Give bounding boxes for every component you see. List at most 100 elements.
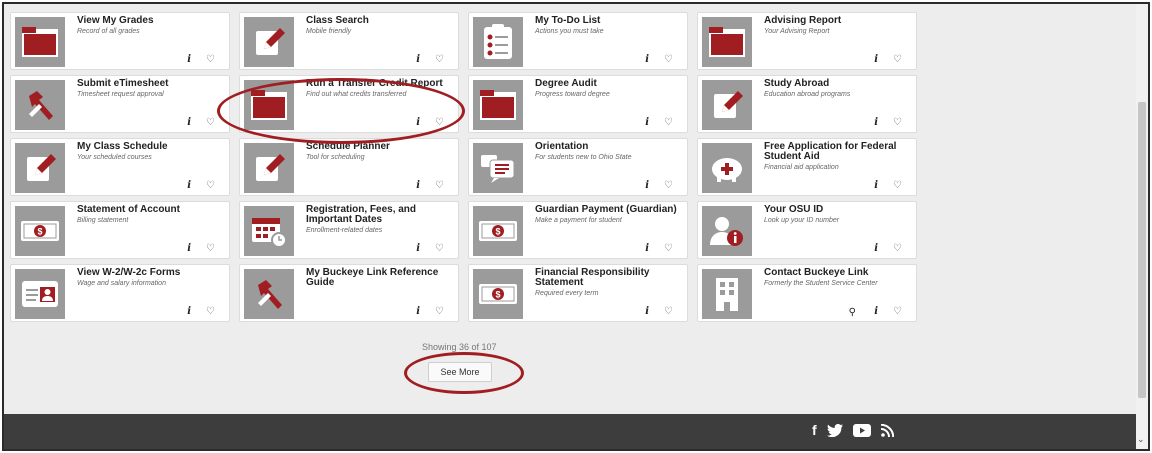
chat-icon — [473, 143, 523, 193]
info-icon[interactable]: i — [645, 54, 649, 65]
tile-text: Run a Transfer Credit Report Find out wha… — [306, 79, 452, 99]
favorite-heart-icon[interactable]: ♡ — [893, 54, 902, 65]
tile-advising-report[interactable]: Advising Report Your Advising Report i ♡ — [697, 12, 917, 70]
info-icon[interactable]: i — [874, 54, 878, 65]
favorite-heart-icon[interactable]: ♡ — [435, 243, 444, 254]
tile-title[interactable]: Your OSU ID — [764, 205, 910, 215]
favorite-heart-icon[interactable]: ♡ — [435, 117, 444, 128]
tile-subtitle: Financial aid application — [764, 164, 839, 171]
favorite-heart-icon[interactable]: ♡ — [664, 54, 673, 65]
location-pin-icon[interactable]: ⚲ — [849, 307, 856, 318]
info-icon[interactable]: i — [187, 306, 191, 317]
tile-registration-fees-and-important-dates[interactable]: Registration, Fees, and Important Dates E… — [239, 201, 459, 259]
favorite-heart-icon[interactable]: ♡ — [664, 243, 673, 254]
favorite-heart-icon[interactable]: ♡ — [893, 243, 902, 254]
tile-title[interactable]: View My Grades — [77, 16, 223, 26]
tile-schedule-planner[interactable]: Schedule Planner Tool for scheduling i ♡ — [239, 138, 459, 196]
tile-title[interactable]: My Class Schedule — [77, 142, 223, 152]
favorite-heart-icon[interactable]: ♡ — [435, 54, 444, 65]
favorite-heart-icon[interactable]: ♡ — [664, 180, 673, 191]
tile-title[interactable]: Advising Report — [764, 16, 910, 26]
tile-title[interactable]: Schedule Planner — [306, 142, 452, 152]
tile-free-application-for-federal-student-aid[interactable]: Free Application for Federal Student Aid… — [697, 138, 917, 196]
info-icon[interactable]: i — [645, 180, 649, 191]
user-info-icon — [702, 206, 752, 256]
tile-title[interactable]: Free Application for Federal Student Aid — [764, 142, 910, 162]
tile-title[interactable]: Orientation — [535, 142, 681, 152]
see-more-button[interactable]: See More — [428, 362, 492, 382]
tile-my-to-do-list[interactable]: My To-Do List Actions you must take i ♡ — [468, 12, 688, 70]
tile-title[interactable]: Statement of Account — [77, 205, 223, 215]
info-icon[interactable]: i — [645, 306, 649, 317]
info-icon[interactable]: i — [416, 54, 420, 65]
favorite-heart-icon[interactable]: ♡ — [206, 180, 215, 191]
tile-text: Guardian Payment (Guardian) Make a paymen… — [535, 205, 681, 225]
scroll-down-arrow-icon[interactable]: ⌄ — [1137, 434, 1145, 445]
tile-title[interactable]: View W-2/W-2c Forms — [77, 268, 223, 278]
scrollbar-thumb[interactable] — [1138, 102, 1146, 398]
info-icon[interactable]: i — [187, 117, 191, 128]
tile-view-my-grades[interactable]: View My Grades Record of all grades i ♡ — [10, 12, 230, 70]
tile-title[interactable]: Guardian Payment (Guardian) — [535, 205, 681, 215]
info-icon[interactable]: i — [187, 243, 191, 254]
info-icon[interactable]: i — [874, 180, 878, 191]
tile-contact-buckeye-link[interactable]: Contact Buckeye Link Formerly the Student… — [697, 264, 917, 322]
info-icon[interactable]: i — [416, 306, 420, 317]
tile-my-buckeye-link-reference-guide[interactable]: My Buckeye Link Reference Guide i ♡ — [239, 264, 459, 322]
svg-text:$: $ — [37, 227, 42, 237]
tile-view-w-2-w-2c-forms[interactable]: View W-2/W-2c Forms Wage and salary infor… — [10, 264, 230, 322]
info-icon[interactable]: i — [187, 54, 191, 65]
favorite-heart-icon[interactable]: ♡ — [435, 306, 444, 317]
tile-submit-etimesheet[interactable]: Submit eTimesheet Timesheet request appro… — [10, 75, 230, 133]
vertical-scrollbar[interactable]: ⌄ — [1136, 4, 1148, 449]
tile-orientation[interactable]: Orientation For students new to Ohio Stat… — [468, 138, 688, 196]
info-icon[interactable]: i — [187, 180, 191, 191]
tile-text: Study Abroad Education abroad programs — [764, 79, 910, 99]
facebook-icon[interactable]: f — [812, 422, 817, 438]
tile-statement-of-account[interactable]: $ Statement of Account Billing statement i ♡ — [10, 201, 230, 259]
tile-title[interactable]: Degree Audit — [535, 79, 681, 89]
tile-title[interactable]: Registration, Fees, and Important Dates — [306, 205, 452, 225]
tile-class-search[interactable]: Class Search Mobile friendly i ♡ — [239, 12, 459, 70]
favorite-heart-icon[interactable]: ♡ — [893, 117, 902, 128]
info-icon[interactable]: i — [416, 117, 420, 128]
tile-title[interactable]: My Buckeye Link Reference Guide — [306, 268, 452, 288]
hammer-icon — [244, 269, 294, 319]
twitter-icon[interactable] — [826, 423, 843, 437]
favorite-heart-icon[interactable]: ♡ — [206, 306, 215, 317]
favorite-heart-icon[interactable]: ♡ — [206, 243, 215, 254]
info-icon[interactable]: i — [416, 243, 420, 254]
tile-degree-audit[interactable]: Degree Audit Progress toward degree i ♡ — [468, 75, 688, 133]
favorite-heart-icon[interactable]: ♡ — [893, 180, 902, 191]
tile-title[interactable]: Contact Buckeye Link — [764, 268, 910, 278]
favorite-heart-icon[interactable]: ♡ — [206, 54, 215, 65]
tile-title[interactable]: Run a Transfer Credit Report — [306, 79, 452, 89]
tile-your-osu-id[interactable]: Your OSU ID Look up your ID number i ♡ — [697, 201, 917, 259]
tile-study-abroad[interactable]: Study Abroad Education abroad programs i ♡ — [697, 75, 917, 133]
tile-title[interactable]: My To-Do List — [535, 16, 681, 26]
tile-run-a-transfer-credit-report[interactable]: Run a Transfer Credit Report Find out wha… — [239, 75, 459, 133]
info-icon[interactable]: i — [416, 180, 420, 191]
youtube-icon[interactable] — [852, 423, 871, 437]
info-icon[interactable]: i — [874, 117, 878, 128]
favorite-heart-icon[interactable]: ♡ — [664, 306, 673, 317]
info-icon[interactable]: i — [874, 306, 878, 317]
tile-my-class-schedule[interactable]: My Class Schedule Your scheduled courses i… — [10, 138, 230, 196]
tile-guardian-payment-guardian[interactable]: $ Guardian Payment (Guardian) Make a payme… — [468, 201, 688, 259]
info-icon[interactable]: i — [645, 117, 649, 128]
info-icon[interactable]: i — [645, 243, 649, 254]
tile-financial-responsibility-statement[interactable]: $ Financial Responsibility Statement Requi… — [468, 264, 688, 322]
tile-title[interactable]: Financial Responsibility Statement — [535, 268, 681, 288]
rss-icon[interactable] — [880, 423, 894, 437]
tile-text: Submit eTimesheet Timesheet request appro… — [77, 79, 223, 99]
tile-title[interactable]: Class Search — [306, 16, 452, 26]
favorite-heart-icon[interactable]: ♡ — [664, 117, 673, 128]
info-icon[interactable]: i — [874, 243, 878, 254]
favorite-heart-icon[interactable]: ♡ — [206, 117, 215, 128]
tile-title[interactable]: Study Abroad — [764, 79, 910, 89]
checklist-icon — [473, 17, 523, 67]
favorite-heart-icon[interactable]: ♡ — [893, 306, 902, 317]
favorite-heart-icon[interactable]: ♡ — [435, 180, 444, 191]
tile-title[interactable]: Submit eTimesheet — [77, 79, 223, 89]
tile-text: Orientation For students new to Ohio Stat… — [535, 142, 681, 162]
